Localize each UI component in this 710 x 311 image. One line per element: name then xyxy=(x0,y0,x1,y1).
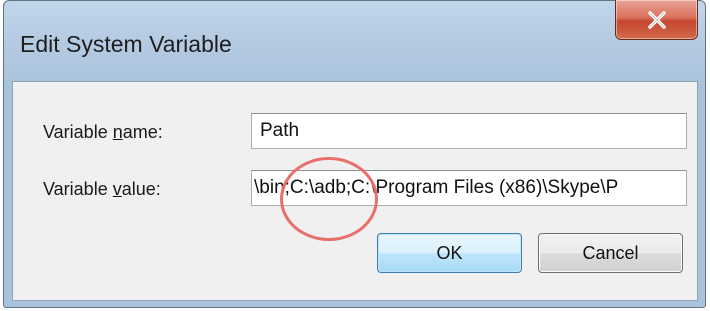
edit-system-variable-dialog: Edit System Variable Variable name: Path… xyxy=(3,0,706,308)
variable-value-label: Variable value: xyxy=(43,179,161,199)
cancel-button[interactable]: Cancel xyxy=(538,233,683,273)
ok-button[interactable]: OK xyxy=(377,233,522,273)
close-x-icon xyxy=(647,10,666,29)
close-button[interactable] xyxy=(615,0,698,40)
variable-value-input[interactable]: \bin;C:\adb;C:\Program Files (x86)\Skype… xyxy=(251,170,687,206)
title-bar[interactable]: Edit System Variable xyxy=(4,0,705,81)
dialog-body: Variable name: Path Variable value: \bin… xyxy=(12,81,698,301)
variable-name-text: Path xyxy=(260,120,300,141)
dialog-title: Edit System Variable xyxy=(20,31,232,57)
variable-name-label: Variable name: xyxy=(43,122,163,142)
variable-value-text: \bin;C:\adb;C:\Program Files (x86)\Skype… xyxy=(254,177,619,198)
variable-name-input[interactable]: Path xyxy=(251,113,687,149)
